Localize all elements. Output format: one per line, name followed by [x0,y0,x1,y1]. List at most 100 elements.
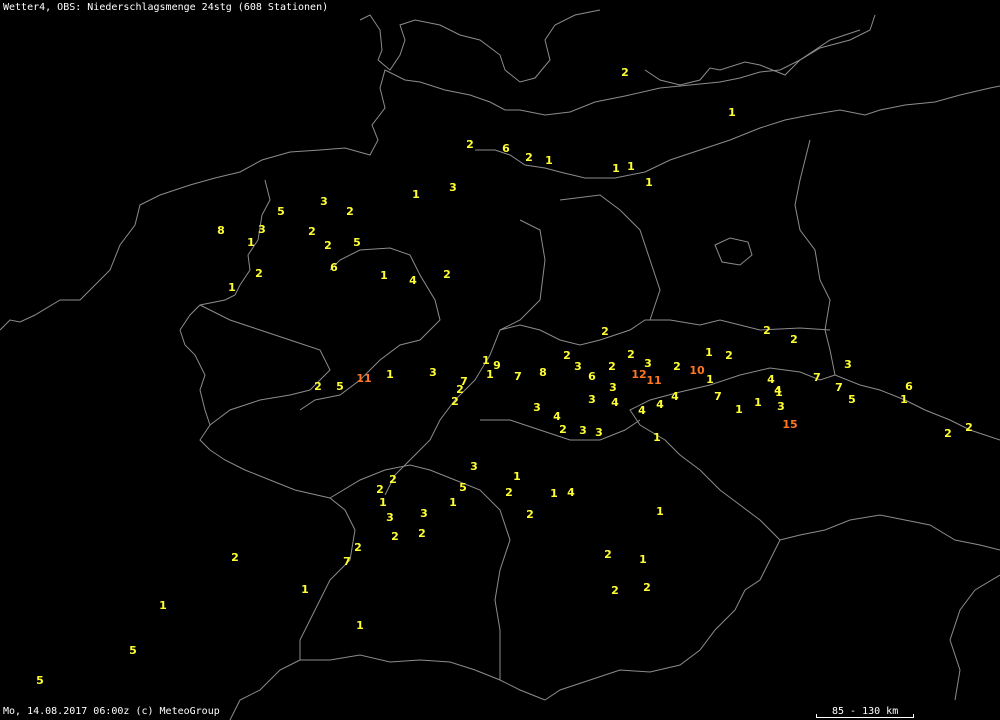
map-title: Wetter4, OBS: Niederschlagsmenge 24stg (… [3,2,329,13]
station-value: 1 [482,354,490,367]
station-value: 4 [567,486,575,499]
station-value: 2 [376,483,384,496]
station-value: 2 [526,508,534,521]
station-value: 12 [631,368,647,381]
station-value: 4 [409,274,417,287]
station-value: 6 [905,380,913,393]
station-value: 3 [595,426,603,439]
station-value: 2 [346,205,354,218]
station-value: 2 [725,349,733,362]
station-value: 4 [671,390,679,403]
station-value: 2 [621,66,629,79]
station-value: 2 [608,360,616,373]
station-value: 4 [611,396,619,409]
station-value: 1 [247,236,255,249]
border-state-6 [199,304,331,426]
station-value: 1 [380,269,388,282]
station-value: 6 [588,370,596,383]
station-value: 3 [609,381,617,394]
border-pl-cz [834,374,1000,441]
station-value: 11 [356,372,372,385]
station-value: 7 [813,371,821,384]
station-value: 2 [763,324,771,337]
border-at-cz [779,514,1000,551]
station-value: 1 [900,393,908,406]
border-be-de [179,329,211,451]
station-value: 2 [451,395,459,408]
station-value: 1 [653,431,661,444]
scale-bar [816,714,914,718]
border-nl-de [179,179,271,331]
station-value: 2 [231,551,239,564]
station-value: 4 [638,404,646,417]
station-value: 2 [604,548,612,561]
station-value: 1 [627,160,635,173]
station-value: 2 [965,421,973,434]
station-value: 7 [835,381,843,394]
station-value: 2 [601,325,609,338]
station-value: 1 [545,154,553,167]
station-value: 1 [754,396,762,409]
station-value: 7 [343,555,351,568]
station-value: 2 [389,473,397,486]
station-value: 15 [782,418,798,431]
station-value: 10 [689,364,705,377]
station-value: 3 [777,400,785,413]
station-value: 8 [217,224,225,237]
station-value: 1 [356,619,364,632]
station-value: 3 [574,360,582,373]
station-value: 1 [728,106,736,119]
station-value: 5 [129,644,137,657]
map-timestamp: Mo, 14.08.2017 06:00z (c) MeteoGroup [3,706,220,717]
station-value: 1 [386,368,394,381]
station-value: 1 [412,188,420,201]
station-value: 3 [533,401,541,414]
station-value: 2 [354,541,362,554]
station-value: 2 [324,239,332,252]
station-value: 11 [646,374,662,387]
station-value: 2 [627,348,635,361]
station-value: 2 [391,530,399,543]
border-pl-de [794,139,836,376]
precipitation-map: Wetter4, OBS: Niederschlagsmenge 24stg (… [0,0,1000,720]
station-value: 2 [643,581,651,594]
border-state-3 [499,319,831,346]
station-value: 2 [443,268,451,281]
station-value: 2 [559,423,567,436]
border-at-hu [949,574,1000,701]
station-value: 3 [258,223,266,236]
station-value: 1 [612,162,620,175]
station-value: 6 [330,261,338,274]
station-value: 2 [611,584,619,597]
border-state-5 [559,194,661,321]
station-value: 4 [656,398,664,411]
berlin-outline [714,237,753,266]
station-value: 2 [505,486,513,499]
station-value: 1 [513,470,521,483]
station-value: 1 [550,487,558,500]
station-value: 1 [228,281,236,294]
station-value: 1 [645,176,653,189]
coastline-denmark [359,9,601,83]
station-value: 2 [673,360,681,373]
station-value: 2 [563,349,571,362]
station-value: 3 [320,195,328,208]
station-value: 6 [502,142,510,155]
station-value: 2 [944,427,952,440]
station-value: 2 [790,333,798,346]
station-value: 2 [525,151,533,164]
station-value: 1 [735,403,743,416]
station-value: 3 [386,511,394,524]
border-ch [300,654,546,701]
station-value: 5 [848,393,856,406]
station-value: 5 [336,380,344,393]
station-value: 3 [449,181,457,194]
border-ch-fr [229,659,301,720]
station-value: 5 [353,236,361,249]
station-value: 2 [308,225,316,238]
station-value: 3 [579,424,587,437]
station-value: 3 [844,358,852,371]
station-value: 2 [255,267,263,280]
station-value: 1 [706,373,714,386]
station-value: 7 [514,370,522,383]
